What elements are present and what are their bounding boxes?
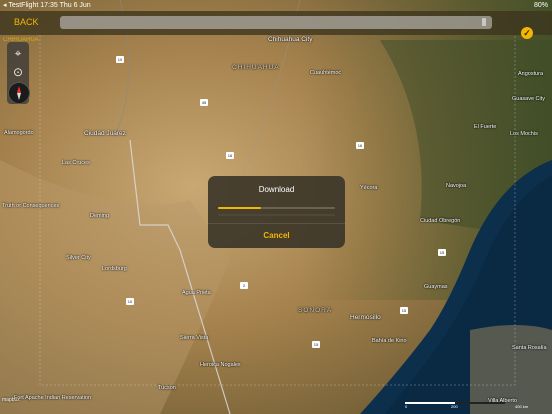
magnifier-icon[interactable]: ⊙ (10, 64, 26, 80)
map-label-navojoa: Navojoa (446, 183, 467, 189)
map-label-sierra-vista: Sierra Vista (180, 335, 209, 341)
search-input[interactable] (60, 16, 492, 29)
highway-shield: 16 (226, 152, 234, 159)
status-bar: ◂ TestFlight 17:35 Thu 6 Jun 80% (0, 0, 552, 11)
map-label-yecora: Yécora (360, 185, 378, 191)
map-label-nogales: Heroica Nogales (200, 362, 241, 368)
search-cursor (482, 18, 486, 26)
map-label-guaymas: Guaymas (424, 284, 448, 290)
map-label-guasave: Guasave City (512, 96, 546, 102)
scale-label-start: 0 (405, 404, 408, 409)
scale-label-end: 400 km (515, 404, 529, 409)
map-label-fort-apache: Fort Apache Indian Reservation (14, 395, 92, 401)
map-label-tucson: Tucson (158, 385, 176, 391)
highway-shield: 16 (356, 142, 364, 149)
map-label-chihuahua-city: Chihuahua City (268, 36, 313, 43)
secondary-progress (218, 214, 335, 216)
map-label-el-fuerte: El Fuerte (474, 124, 497, 130)
map-label-ciudad-obregon: Ciudad Obregón (420, 218, 461, 224)
highway-shield: 15 (312, 341, 320, 348)
download-progress-fill (218, 207, 262, 209)
highway-shield: 15 (438, 249, 446, 256)
highway-shield: 45 (200, 99, 208, 106)
map-label-hermosillo: Hermosillo (350, 314, 381, 321)
status-bar-left: ◂ TestFlight 17:35 Thu 6 Jun (3, 2, 91, 9)
highway-shield: 10 (116, 56, 124, 63)
divider (208, 223, 345, 224)
battery-level: 80% (533, 2, 548, 9)
download-dialog: Download Cancel (208, 176, 345, 248)
map-label-bahia-kino: Bahía de Kino (372, 338, 407, 344)
map-label-deming: Deming (90, 213, 109, 219)
compass-needle (17, 86, 21, 100)
map-label-sonora-state: SONORA (298, 307, 333, 314)
highway-shield: 2 (240, 282, 248, 289)
download-progress (218, 207, 335, 209)
highway-shield: 15 (400, 307, 408, 314)
map-label-angostura: Angostura (518, 71, 544, 77)
top-bar: BACK CHIHUAHUA ✓ (0, 11, 552, 43)
map-label-lordsburg: Lordsburg (102, 266, 127, 272)
back-button[interactable]: BACK (14, 17, 39, 27)
map-label-ciudad-juarez: Ciudad Juárez (84, 130, 126, 137)
map-label-agua-prieta: Agua Prieta (182, 290, 211, 296)
map-label-chihuahua-state: CHIHUAHUA (232, 64, 280, 71)
highway-shield: 10 (126, 298, 134, 305)
map-label-los-mochis: Los Mochis (510, 131, 538, 137)
scale-bar: 0 200 400 km (405, 402, 537, 410)
crosshair-icon[interactable]: ⌖ (10, 45, 26, 61)
check-icon[interactable]: ✓ (521, 27, 533, 39)
map-label-silver-city: Silver City (66, 255, 91, 261)
dialog-title: Download (258, 185, 295, 194)
map-label-las-cruces: Las Cruces (62, 160, 90, 166)
map-label-cuauhtemoc: Cuauhtémoc (310, 70, 342, 76)
scale-label-mid: 200 (451, 404, 458, 409)
map-label-truth: Truth or Consequences (2, 203, 60, 209)
cancel-button[interactable]: Cancel (208, 231, 345, 240)
map-label-alamogordo: Alamogordo (4, 130, 34, 136)
map-label-santa-rosalia: Santa Rosalía (512, 345, 547, 351)
compass-icon[interactable] (8, 82, 30, 104)
